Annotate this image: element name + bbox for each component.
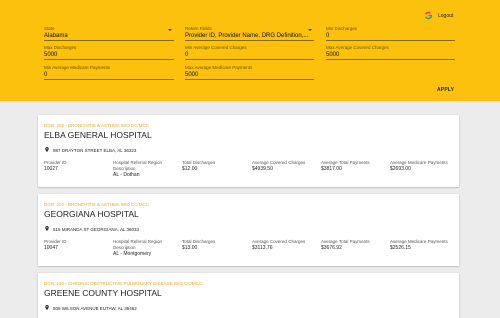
- hospital-name: ELBA GENERAL HOSPITAL: [44, 130, 152, 140]
- region-header: Hospital Referral Region Description: [113, 160, 163, 171]
- location-pin-icon: [45, 226, 49, 231]
- drg-label: DGR: 192 - CHRONIC OBSTRUCTIVE PULMONARY…: [44, 281, 203, 286]
- covered-charges-column: Average Covered Charges $4939.50: [252, 160, 305, 173]
- medicare-payments-value: $2526.15: [390, 245, 411, 251]
- max-avg-covered-field[interactable]: Max Average Covered Charges 5000: [326, 45, 455, 60]
- min-discharges-field[interactable]: Min Discharges 0: [326, 26, 455, 41]
- return-fields-select[interactable]: Return Fields Provider ID, Provider Name…: [185, 26, 314, 41]
- hospital-card: DGR: 202 - BRONCHITIS & ASTHMA W/O CC/MC…: [38, 194, 459, 266]
- discharges-value: $12.00: [182, 166, 198, 172]
- max-avg-medicare-field[interactable]: Max Average Medicare Payments 5000: [185, 65, 314, 80]
- covered-charges-value: $3113.76: [252, 245, 273, 251]
- hospital-name: GREENE COUNTY HOSPITAL: [44, 288, 162, 298]
- max-avg-covered-value: 5000: [326, 51, 455, 60]
- logout-button[interactable]: Logout: [438, 13, 453, 19]
- location-pin-icon: [45, 147, 49, 152]
- apply-button[interactable]: APPLY: [437, 87, 454, 93]
- chevron-down-icon: [168, 29, 172, 31]
- hospital-address: 987 DRAYTON STREET ELBA, AL 36323: [53, 148, 137, 153]
- state-select[interactable]: State Alabama: [44, 26, 174, 41]
- max-avg-medicare-value: 5000: [185, 71, 314, 80]
- min-avg-medicare-value: 0: [44, 71, 174, 80]
- region-value: AL - Dothan: [113, 172, 140, 178]
- medicare-payments-column: Average Medicare Payments $2693.00: [390, 160, 448, 173]
- min-avg-covered-field[interactable]: Min Average Covered Charges 0: [185, 45, 314, 60]
- covered-charges-column: Average Covered Charges $3113.76: [252, 239, 305, 252]
- hospital-card: DGR: 202 - BRONCHITIS & ASTHMA W/O CC/MC…: [38, 115, 459, 187]
- filter-header: State Alabama Return Fields Provider ID,…: [0, 0, 500, 101]
- drg-label: DGR: 202 - BRONCHITIS & ASTHMA W/O CC/MC…: [44, 202, 150, 207]
- max-discharges-value: 5000: [44, 51, 174, 60]
- medicare-payments-column: Average Medicare Payments $2526.15: [390, 239, 448, 252]
- min-avg-covered-value: 0: [185, 51, 314, 60]
- google-icon: [424, 11, 433, 20]
- provider-id-value: 10047: [44, 245, 58, 251]
- region-column: Hospital Referral Region Description AL …: [113, 160, 173, 179]
- discharges-column: Total Discharges $12.00: [182, 160, 215, 173]
- max-discharges-field[interactable]: Max Discharges 5000: [44, 45, 174, 60]
- region-column: Hospital Referral Region Description AL …: [113, 239, 173, 258]
- hospital-address: 515 MIRANDA ST GEORGIANA, AL 36033: [53, 227, 140, 232]
- medicare-payments-value: $2693.00: [390, 166, 411, 172]
- hospital-card: DGR: 192 - CHRONIC OBSTRUCTIVE PULMONARY…: [38, 273, 459, 318]
- discharges-column: Total Discharges $13.00: [182, 239, 215, 252]
- total-payments-value: $3817.00: [321, 166, 342, 172]
- total-payments-value: $3676.92: [321, 245, 342, 251]
- provider-id-column: Provider ID 10047: [44, 239, 67, 252]
- region-value: AL - Montgomery: [113, 251, 152, 257]
- provider-id-value: 10027: [44, 166, 58, 172]
- total-payments-column: Average Total Payments $3676.92: [321, 239, 370, 252]
- min-discharges-value: 0: [326, 32, 455, 41]
- total-payments-column: Average Total Payments $3817.00: [321, 160, 370, 173]
- drg-label: DGR: 202 - BRONCHITIS & ASTHMA W/O CC/MC…: [44, 123, 150, 128]
- region-header: Hospital Referral Region Description: [113, 239, 163, 250]
- covered-charges-value: $4939.50: [252, 166, 273, 172]
- min-avg-medicare-field[interactable]: Min Average Medicare Payments 0: [44, 65, 174, 80]
- return-fields-value: Provider ID, Provider Name, DRG Definiti…: [185, 32, 314, 41]
- provider-id-column: Provider ID 10027: [44, 160, 67, 173]
- state-value: Alabama: [44, 32, 174, 41]
- location-pin-icon: [45, 305, 49, 310]
- hospital-address: 509 WILSON AVENUE EUTAW, AL 35462: [53, 306, 137, 311]
- chevron-down-icon: [308, 29, 312, 31]
- hospital-name: GEORGIANA HOSPITAL: [44, 209, 139, 219]
- discharges-value: $13.00: [182, 245, 198, 251]
